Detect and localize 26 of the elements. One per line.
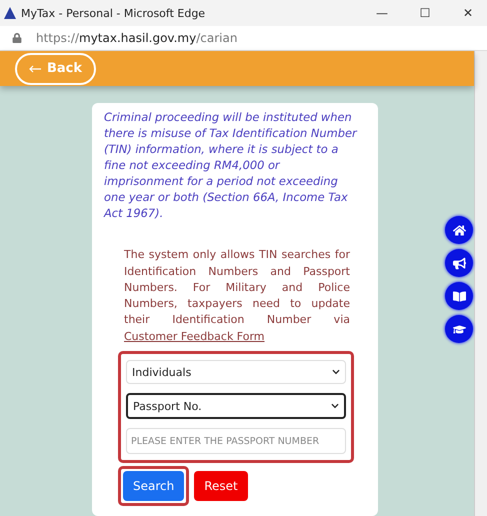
warning-text: Criminal proceeding will be instituted when there is misuse of Tax Identification Number (TIN) information, where it is subject to a fine not exceeding RM4,000 or imprisonment for a period not exceeding one year or both (Section 66A, Income Tax Act 1967).: [104, 109, 358, 222]
window-control[interactable]: ✕: [449, 6, 487, 20]
megaphone-button[interactable]: [445, 249, 473, 277]
info-text: The system only allows TIN searches for Identification Numbers and Passport Numbers. For Military and Police Numbers, taxpayers need to update their Identification Number via Customer Feedback Form: [124, 247, 350, 345]
reset-button[interactable]: Reset: [194, 471, 248, 501]
feedback-link[interactable]: Customer Feedback Form: [124, 330, 265, 343]
window-title: MyTax - Personal - Microsoft Edge: [21, 6, 206, 20]
chevron-down-icon: [332, 368, 340, 376]
megaphone-icon: [452, 256, 466, 270]
book-button[interactable]: [445, 282, 473, 310]
id-number-field[interactable]: PLEASE ENTER THE PASSPORT NUMBER: [126, 428, 346, 454]
graduation-cap-icon: [452, 322, 466, 336]
scrollbar[interactable]: [474, 51, 487, 516]
window-control[interactable]: —: [363, 6, 401, 20]
home-icon: [452, 224, 466, 236]
graduation-cap-button[interactable]: [445, 315, 473, 343]
chevron-down-icon: [331, 402, 339, 410]
home-button[interactable]: [445, 216, 473, 244]
arrow-left-icon: [29, 64, 41, 73]
app-logo-icon: [4, 7, 16, 19]
id-type-select[interactable]: Passport No.: [126, 393, 346, 419]
lock-icon: [12, 33, 22, 43]
window-control[interactable]: ☐: [406, 6, 444, 20]
category-select[interactable]: Individuals: [126, 360, 346, 384]
book-icon: [452, 290, 466, 302]
search-button[interactable]: Search: [123, 471, 184, 501]
